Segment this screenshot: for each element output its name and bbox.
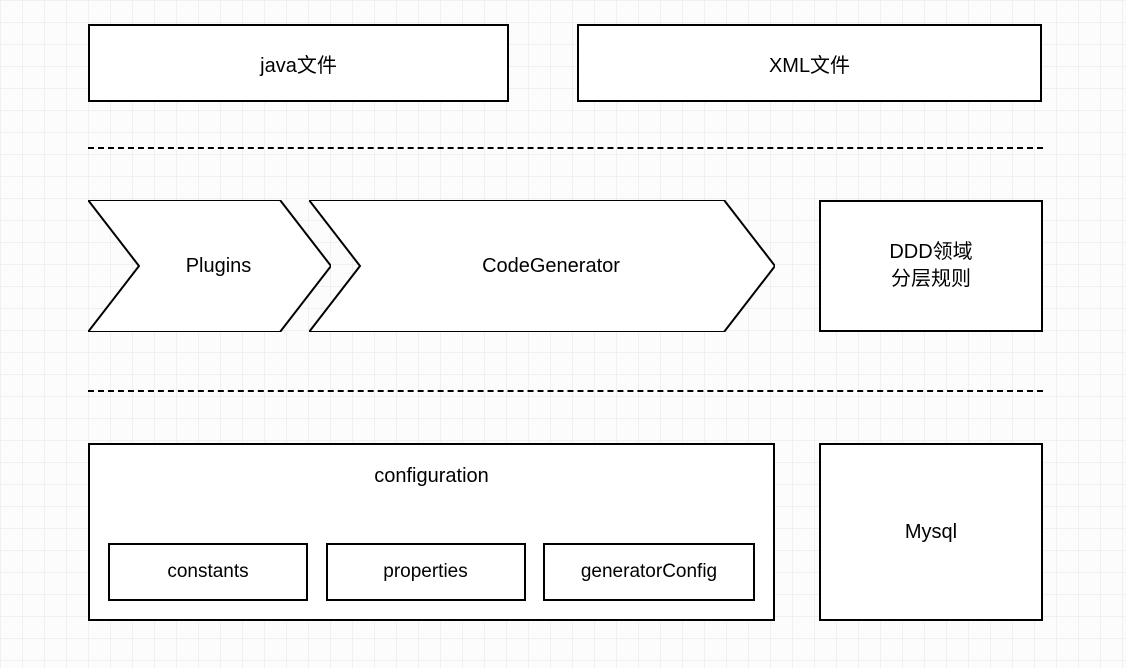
properties-label: properties bbox=[383, 561, 468, 583]
code-generator-arrow: CodeGenerator bbox=[309, 200, 775, 332]
constants-label: constants bbox=[167, 561, 248, 583]
configuration-box: configuration constants properties gener… bbox=[88, 443, 775, 621]
ddd-box: DDD领域 分层规则 bbox=[819, 200, 1043, 332]
configuration-label: configuration bbox=[90, 445, 773, 488]
ddd-label-line2: 分层规则 bbox=[891, 266, 971, 293]
divider-2 bbox=[88, 390, 1043, 392]
ddd-label-line1: DDD领域 bbox=[889, 239, 972, 266]
properties-box: properties bbox=[326, 543, 526, 601]
generator-config-box: generatorConfig bbox=[543, 543, 755, 601]
mysql-box: Mysql bbox=[819, 443, 1043, 621]
mysql-label: Mysql bbox=[905, 521, 957, 544]
java-file-label: java文件 bbox=[260, 49, 337, 78]
xml-file-label: XML文件 bbox=[769, 49, 850, 78]
xml-file-box: XML文件 bbox=[577, 24, 1042, 102]
divider-1 bbox=[88, 147, 1043, 149]
constants-box: constants bbox=[108, 543, 308, 601]
plugins-arrow: Plugins bbox=[88, 200, 331, 332]
generator-config-label: generatorConfig bbox=[581, 561, 717, 583]
java-file-box: java文件 bbox=[88, 24, 509, 102]
